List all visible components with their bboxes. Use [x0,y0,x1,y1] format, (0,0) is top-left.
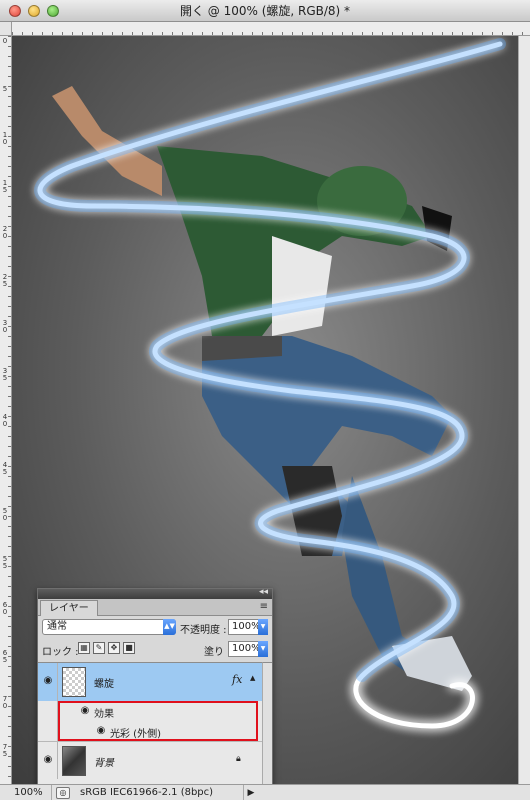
status-bar: 100% ◎ sRGB IEC61966-2.1 (8bpc) ▶ [0,784,530,800]
visibility-column [38,701,58,721]
ruler-label: 6 5 [2,649,8,664]
ruler-label: 5 [2,85,8,93]
annotation-highlight-box [58,701,258,741]
vertical-ruler[interactable]: 0 5 1 0 1 5 2 0 2 5 3 0 3 5 4 0 4 5 5 0 … [0,36,12,784]
layer-row-spiral[interactable]: ◉ 螺旋 fx ▲ [38,663,262,701]
panel-menu-icon[interactable]: ≡ [260,601,268,612]
horizontal-ruler[interactable] [12,22,530,36]
opacity-value: 100% [232,621,261,632]
blend-row: 通常 ▲▼ 不透明度 : 100% ▼ [38,616,272,638]
status-info-icon[interactable]: ◎ [56,786,70,799]
triangle-right-icon[interactable]: ▶ [244,788,258,798]
ruler-label: 3 0 [2,319,8,334]
layers-panel[interactable]: ◂◂ レイヤー ≡ 通常 ▲▼ 不透明度 : 100% ▼ ロック : ▦ ✎ … [37,587,273,784]
ruler-label: 3 5 [2,367,8,382]
lock-label: ロック : [42,647,79,658]
zoom-field[interactable]: 100% [0,784,52,800]
lock-icon: 🔒︎ [236,754,241,764]
ruler-label: 4 5 [2,461,8,476]
layer-thumbnail [62,667,86,697]
ruler-label: 0 [2,37,8,45]
minimize-button[interactable] [28,5,40,17]
photoshop-document-window: 開く @ 100% (螺旋, RGB/8) * 0 5 1 0 1 5 2 0 … [0,0,530,800]
layers-list: ◉ 螺旋 fx ▲ ◉ 効果 ◉ 光彩 (外側) ◉ 背景 🔒︎ [38,662,262,784]
lock-transparency-icon[interactable]: ▦ [78,642,90,654]
visibility-column [38,721,58,741]
color-profile-info: sRGB IEC61966-2.1 (8bpc) [74,784,244,800]
fill-value: 100% [232,643,261,654]
opacity-label: 不透明度 : [180,625,227,636]
panel-drag-bar[interactable]: ◂◂ [38,587,272,599]
lock-pixels-icon[interactable]: ✎ [93,642,105,654]
dropdown-arrow-icon[interactable]: ▼ [258,641,268,657]
layer-row-background[interactable]: ◉ 背景 🔒︎ [38,741,262,779]
chevron-updown-icon: ▲▼ [163,619,176,635]
dropdown-arrow-icon[interactable]: ▼ [258,619,268,635]
fill-field[interactable]: 100% ▼ [228,641,268,657]
layer-thumbnail [62,746,86,776]
title-bar[interactable]: 開く @ 100% (螺旋, RGB/8) * [0,0,530,22]
window-title: 開く @ 100% (螺旋, RGB/8) * [179,4,351,18]
lock-all-icon[interactable]: ■ [123,642,135,654]
layer-name: 背景 [94,758,114,769]
ruler-label: 1 5 [2,179,8,194]
ruler-label: 2 5 [2,273,8,288]
zoom-button[interactable] [47,5,59,17]
vertical-scrollbar[interactable] [518,36,530,784]
lock-row: ロック : ▦ ✎ ✥ ■ 塗り : 100% ▼ [38,638,272,660]
document-canvas[interactable]: ◂◂ レイヤー ≡ 通常 ▲▼ 不透明度 : 100% ▼ ロック : ▦ ✎ … [12,36,518,784]
triangle-up-icon[interactable]: ▲ [250,674,255,682]
opacity-field[interactable]: 100% ▼ [228,619,268,635]
eye-icon[interactable]: ◉ [41,754,55,765]
layers-scrollbar[interactable] [262,662,272,784]
ruler-origin[interactable] [0,22,12,36]
tab-layers[interactable]: レイヤー [40,600,98,616]
blend-mode-select[interactable]: 通常 ▲▼ [42,619,176,635]
ruler-label: 2 0 [2,225,8,240]
blend-mode-value: 通常 [47,621,67,632]
fx-badge: fx [232,673,243,686]
close-button[interactable] [9,5,21,17]
ruler-label: 4 0 [2,413,8,428]
layer-name: 螺旋 [94,679,114,690]
panel-tab-strip: レイヤー ≡ [38,599,272,616]
ruler-label: 5 0 [2,507,8,522]
eye-icon[interactable]: ◉ [41,675,55,686]
lock-position-icon[interactable]: ✥ [108,642,120,654]
ruler-label: 7 0 [2,695,8,710]
ruler-label: 7 5 [2,743,8,758]
ruler-label: 5 5 [2,555,8,570]
fill-label: 塗り : [204,647,231,658]
ruler-label: 1 0 [2,131,8,146]
ruler-label: 6 0 [2,601,8,616]
collapse-icon[interactable]: ◂◂ [259,587,268,597]
